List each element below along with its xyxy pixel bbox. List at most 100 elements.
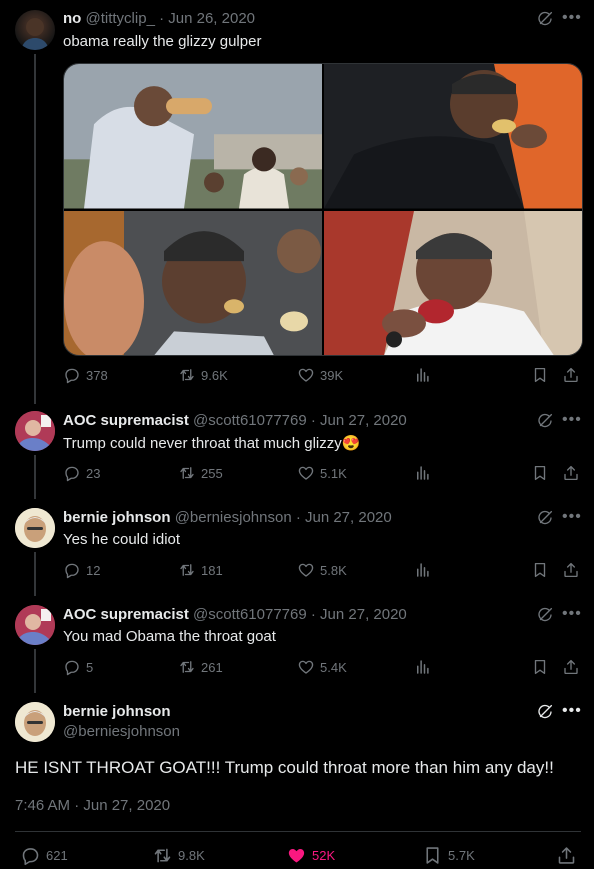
more-icon[interactable]: •••	[562, 411, 581, 429]
tweet-1[interactable]: no @tittyclip_ · Jun 26, 2020 ••• obama …	[0, 0, 594, 404]
share-button[interactable]	[556, 845, 577, 866]
focus-handle[interactable]: @berniesjohnson	[63, 723, 180, 740]
tweet-3[interactable]: bernie johnson @berniesjohnson · Jun 27,…	[0, 495, 594, 596]
heart-icon	[297, 366, 315, 384]
tweet-text: obama really the glizzy gulper	[63, 33, 262, 50]
share-button[interactable]	[562, 561, 580, 579]
reply-icon	[63, 561, 81, 579]
photo-3[interactable]	[64, 210, 322, 355]
handle[interactable]: @scott61077769	[193, 606, 307, 623]
share-icon	[562, 658, 580, 676]
retweet-button[interactable]: 9.6K	[178, 366, 228, 384]
more-icon[interactable]: •••	[562, 702, 581, 720]
display-name[interactable]: bernie johnson	[63, 509, 171, 526]
share-button[interactable]	[562, 658, 580, 676]
thread-line	[34, 54, 36, 404]
grok-icon[interactable]	[536, 10, 554, 28]
focus-display-name[interactable]: bernie johnson	[63, 703, 171, 720]
timestamp[interactable]: · Jun 27, 2020	[311, 412, 407, 429]
more-icon[interactable]: •••	[562, 508, 581, 526]
like-button[interactable]: 5.4K	[297, 658, 347, 676]
share-icon	[562, 366, 580, 384]
display-name[interactable]: no	[63, 10, 81, 27]
bookmark-button[interactable]	[531, 464, 549, 482]
grok-icon[interactable]	[536, 606, 554, 624]
grok-icon[interactable]	[536, 509, 554, 527]
like-button[interactable]: 5.1K	[297, 464, 347, 482]
reply-button[interactable]: 378	[63, 366, 108, 384]
tweet-text: You mad Obama the throat goat	[63, 628, 276, 645]
reply-button[interactable]: 621	[20, 845, 68, 866]
reply-icon	[63, 366, 81, 384]
retweet-button[interactable]: 261	[178, 658, 223, 676]
grok-icon[interactable]	[536, 412, 554, 430]
tweet-text: Yes he could idiot	[63, 531, 181, 548]
views-button[interactable]	[414, 561, 432, 579]
retweet-button[interactable]: 181	[178, 561, 223, 579]
media-grid[interactable]	[63, 63, 583, 356]
tweet-actions: 12 181 5.8K	[63, 561, 582, 583]
focus-tweet-text: HE ISNT THROAT GOAT!!! Trump could throa…	[15, 758, 554, 777]
reply-button[interactable]: 23	[63, 464, 100, 482]
bookmark-count: 5.7K	[448, 848, 475, 863]
reply-button[interactable]: 12	[63, 561, 100, 579]
retweet-count: 9.6K	[201, 367, 228, 383]
bookmark-button[interactable]	[531, 561, 549, 579]
retweet-count: 9.8K	[178, 848, 205, 863]
display-name[interactable]: AOC supremacist	[63, 412, 189, 429]
tweet-2[interactable]: AOC supremacist @scott61077769 · Jun 27,…	[0, 398, 594, 499]
display-name[interactable]: AOC supremacist	[63, 606, 189, 623]
analytics-icon	[414, 366, 432, 384]
like-button[interactable]: 52K	[286, 845, 335, 866]
views-button[interactable]	[414, 366, 432, 384]
reply-count: 621	[46, 848, 68, 863]
avatar[interactable]	[15, 605, 55, 645]
timestamp[interactable]: · Jun 27, 2020	[296, 509, 392, 526]
retweet-button[interactable]: 255	[178, 464, 223, 482]
bookmark-button[interactable]	[531, 658, 549, 676]
reply-icon	[63, 464, 81, 482]
views-button[interactable]	[414, 658, 432, 676]
like-button[interactable]: 39K	[297, 366, 343, 384]
photo-2[interactable]	[324, 64, 582, 209]
like-count: 52K	[312, 848, 336, 863]
views-button[interactable]	[414, 464, 432, 482]
like-count: 5.1K	[320, 465, 347, 481]
handle[interactable]: @berniesjohnson	[175, 509, 292, 526]
focus-avatar[interactable]	[15, 702, 55, 742]
timestamp[interactable]: · Jun 27, 2020	[311, 606, 407, 623]
like-button[interactable]: 5.8K	[297, 561, 347, 579]
retweet-icon	[152, 845, 173, 866]
retweet-count: 255	[201, 465, 223, 481]
focus-timestamp[interactable]: 7:46 AM · Jun 27, 2020	[15, 797, 170, 814]
timestamp[interactable]: · Jun 26, 2020	[159, 10, 255, 27]
more-icon[interactable]: •••	[562, 9, 581, 27]
heart-icon	[286, 845, 307, 866]
retweet-count: 261	[201, 659, 223, 675]
bookmark-button[interactable]	[531, 366, 549, 384]
avatar[interactable]	[15, 10, 55, 50]
retweet-button[interactable]: 9.8K	[152, 845, 205, 866]
more-icon[interactable]: •••	[562, 605, 581, 623]
avatar[interactable]	[15, 508, 55, 548]
tweet-4[interactable]: AOC supremacist @scott61077769 · Jun 27,…	[0, 592, 594, 693]
heart-icon	[297, 658, 315, 676]
reply-icon	[20, 845, 41, 866]
retweet-icon	[178, 464, 196, 482]
share-button[interactable]	[562, 464, 580, 482]
grok-icon[interactable]	[536, 703, 554, 721]
photo-4[interactable]	[324, 210, 582, 355]
share-button[interactable]	[562, 366, 580, 384]
handle[interactable]: @tittyclip_	[86, 10, 155, 27]
tweet-text: Trump could never throat that much glizz…	[63, 434, 360, 452]
reply-count: 12	[86, 562, 101, 578]
bookmark-icon	[531, 561, 549, 579]
handle[interactable]: @scott61077769	[193, 412, 307, 429]
avatar[interactable]	[15, 411, 55, 451]
photo-1[interactable]	[64, 64, 322, 209]
reply-icon	[63, 658, 81, 676]
heart-icon	[297, 561, 315, 579]
bookmark-button[interactable]: 5.7K	[422, 845, 475, 866]
reply-button[interactable]: 5	[63, 658, 93, 676]
tweet-header: bernie johnson @berniesjohnson · Jun 27,…	[63, 509, 534, 526]
